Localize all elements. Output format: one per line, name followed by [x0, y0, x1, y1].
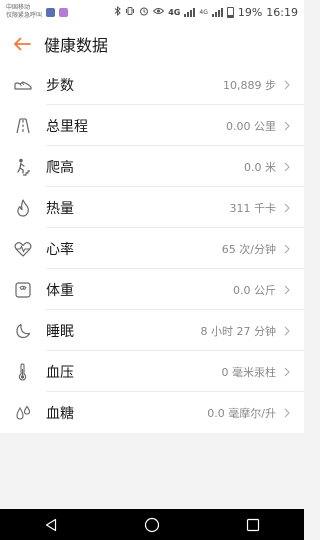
flame-icon — [0, 187, 46, 228]
list-item-value: 65 次/分钟 — [221, 242, 276, 256]
status-left: 中国移动 仅限紧急呼叫 — [6, 4, 69, 20]
list-item-heart-rate[interactable]: 心率 65 次/分钟 — [0, 228, 304, 269]
list-item-label: 血压 — [46, 364, 74, 381]
chevron-right-icon — [280, 244, 294, 254]
health-data-list: 步数 10,889 步 总里程 0.00 公里 爬高 0.0 米 热量 311 … — [0, 64, 304, 433]
thermometer-icon — [0, 351, 46, 392]
scale-icon — [0, 269, 46, 310]
list-item-label: 爬高 — [46, 159, 74, 176]
network-type: 4G — [168, 7, 181, 17]
list-item-climb[interactable]: 爬高 0.0 米 — [0, 146, 304, 187]
list-item-blood-pressure[interactable]: 血压 0 毫米汞柱 — [0, 351, 304, 392]
signal-strength-secondary-icon — [211, 7, 223, 17]
network-type-secondary: 4G — [199, 8, 208, 16]
status-right: 4G 4G 19% 16:19 — [114, 5, 298, 19]
arrow-left-icon — [14, 37, 31, 51]
chevron-right-icon — [280, 367, 294, 377]
moon-icon — [0, 310, 46, 351]
eye-comfort-icon — [153, 7, 165, 18]
system-nav-bar — [0, 509, 304, 540]
nav-back-button[interactable] — [31, 509, 71, 540]
list-item-value: 311 千卡 — [229, 201, 277, 215]
list-item-label: 心率 — [46, 241, 74, 258]
chevron-right-icon — [280, 80, 294, 90]
list-item-sleep[interactable]: 睡眠 8 小时 27 分钟 — [0, 310, 304, 351]
page-title: 健康数据 — [44, 36, 109, 55]
nav-home-button[interactable] — [132, 509, 172, 540]
chevron-right-icon — [280, 408, 294, 418]
list-item-label: 血糖 — [46, 405, 74, 422]
carrier-status: 仅限紧急呼叫 — [6, 12, 43, 19]
nav-recents-button[interactable] — [233, 509, 273, 540]
alarm-icon — [139, 6, 149, 19]
vibrate-icon — [125, 6, 135, 19]
status-bar: 中国移动 仅限紧急呼叫 4G 4G 19% 16:19 — [0, 0, 304, 24]
clock: 16:19 — [266, 5, 298, 19]
road-icon — [0, 105, 46, 146]
list-item-value: 0.0 米 — [244, 160, 276, 174]
list-item-label: 总里程 — [46, 118, 88, 135]
chevron-right-icon — [280, 162, 294, 172]
signal-strength-icon — [184, 7, 196, 17]
home-circle-icon — [144, 517, 160, 532]
list-item-steps[interactable]: 步数 10,889 步 — [0, 64, 304, 105]
droplets-icon — [0, 392, 46, 433]
list-item-calories[interactable]: 热量 311 千卡 — [0, 187, 304, 228]
carrier-info: 中国移动 仅限紧急呼叫 — [6, 4, 42, 20]
list-item-label: 步数 — [46, 77, 74, 94]
list-item-value: 0 毫米汞柱 — [221, 365, 277, 379]
battery-icon — [226, 6, 234, 18]
bluetooth-icon — [114, 5, 122, 19]
list-item-value: 10,889 步 — [223, 78, 276, 92]
list-item-label: 体重 — [46, 282, 74, 299]
list-item-value: 0.00 公里 — [226, 119, 276, 133]
heart-rate-icon — [0, 228, 46, 269]
notification-app-icon — [46, 7, 56, 17]
list-item-value: 8 小时 27 分钟 — [200, 324, 277, 338]
list-item-label: 热量 — [46, 200, 74, 217]
chevron-right-icon — [280, 203, 294, 213]
back-button[interactable] — [0, 24, 44, 64]
chevron-right-icon — [280, 285, 294, 295]
list-item-value: 0.0 公斤 — [233, 283, 276, 297]
battery-percent: 19% — [237, 5, 263, 19]
list-item-label: 睡眠 — [46, 323, 74, 340]
list-item-blood-sugar[interactable]: 血糖 0.0 毫摩尔/升 — [0, 392, 304, 433]
recents-square-icon — [247, 518, 260, 531]
list-item-distance[interactable]: 总里程 0.00 公里 — [0, 105, 304, 146]
carrier-name: 中国移动 — [6, 4, 31, 11]
app-bar: 健康数据 — [0, 24, 304, 64]
shoe-icon — [0, 64, 46, 105]
stairs-icon — [0, 146, 46, 187]
list-item-value: 0.0 毫摩尔/升 — [207, 406, 276, 420]
chevron-right-icon — [280, 121, 294, 131]
chevron-right-icon — [280, 326, 294, 336]
back-triangle-icon — [45, 518, 56, 531]
notification-app-icon — [59, 7, 69, 17]
list-item-weight[interactable]: 体重 0.0 公斤 — [0, 269, 304, 310]
